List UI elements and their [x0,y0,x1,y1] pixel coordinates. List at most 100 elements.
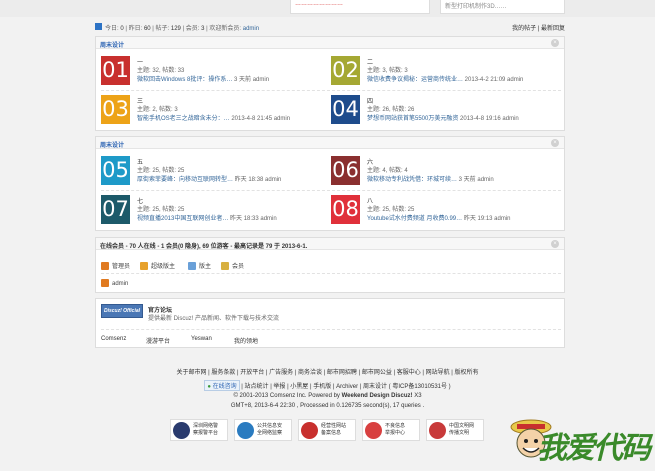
footer-nav[interactable]: 关于邮市网 | 服务条款 | 开放平台 | 广告服务 | 商务洽谈 | 邮市网招… [0,367,655,376]
friend-link[interactable]: 漫游平台 [146,336,170,345]
forum-number-icon[interactable]: 03 [101,95,130,124]
online-user[interactable]: admin [101,279,128,287]
forum-last-post: 梦想币网站获首笔5500万美元融资 2013-4-8 19:16 admin [367,116,519,122]
forum-counts: 主题: 25, 帖数: 25 [137,168,185,174]
divider [101,90,561,91]
civilization-icon [429,422,446,439]
forum-item[interactable]: 08 八 主题: 25, 帖数: 25 Youtube试水付费频道 月收费0.9… [326,193,556,229]
watermark: 我爱代码 [495,411,655,471]
panel-title[interactable]: 周末设计 [100,40,124,49]
divider [101,273,561,274]
brand-link[interactable]: Weekend Design Discuz! [342,393,413,399]
panel-header: 周末设计 × [96,137,564,149]
collapse-icon[interactable]: × [551,139,559,147]
forum-number-icon[interactable]: 07 [101,195,130,224]
forum-panel-1: 周末设计 × 01 一 主题: 32, 帖数: 33 微软回击Windows 8… [95,36,565,131]
forum-last-post: 厚街索菲要峰：向移动互联网转型… 昨天 18:38 admin [137,177,282,183]
forum-item[interactable]: 05 五 主题: 25, 帖数: 25 厚街索菲要峰：向移动互联网转型… 昨天 … [96,154,326,190]
forum-counts: 主题: 3, 帖数: 3 [367,68,408,74]
last-post-link[interactable]: 微信收费争议揭秘：运营商传统业… [367,77,463,83]
shield-icon [237,422,254,439]
forum-number-icon[interactable]: 08 [331,195,360,224]
discuz-logo[interactable]: Discuz! Official [101,304,143,318]
forum-counts: 主题: 4, 帖数: 4 [367,168,408,174]
forum-counts: 主题: 25, 帖数: 25 [367,207,415,213]
last-post-link[interactable]: 梦想币网站获首笔5500万美元融资 [367,116,458,122]
member-icon [221,262,229,270]
forum-panel-2: 周末设计 × 05 五 主题: 25, 帖数: 25 厚街索菲要峰：向移动互联网… [95,136,565,231]
friend-link[interactable]: Yeswan [191,336,212,342]
copyright: © 2001-2013 Comsenz Inc. Powered by Week… [233,393,422,399]
chart-icon [95,23,102,30]
top-card-1[interactable]: …………………… [290,0,430,14]
admin-icon [101,279,109,287]
top-card-2[interactable]: 新型打印机制作3D…… [440,0,565,14]
divider [101,190,561,191]
forum-number-icon[interactable]: 05 [101,156,130,185]
forum-last-post: 微信收费争议揭秘：运营商传统业… 2013-4-2 21:09 admin [367,77,524,83]
forum-counts: 主题: 25, 帖数: 25 [137,207,185,213]
forum-last-post: 微软回击Windows 8批评：操作系… 3 天前 admin [137,77,270,83]
forum-counts: 主题: 2, 帖数: 3 [137,107,178,113]
badge-civilization[interactable]: 中国文明网 传播文明 [426,419,484,441]
forum-last-post: 视频直播2013中国互联网创业者… 昨天 18:33 admin [137,216,277,222]
panel-header: 在线会员 - 70 人在线 - 1 会员(0 隐身), 69 位游客 - 最高记… [96,238,564,250]
legend-super-mod: 超级版主 [140,261,175,270]
police-icon [173,422,190,439]
last-post-link[interactable]: 视频直播2013中国互联网创业者… [137,216,228,222]
my-posts-link[interactable]: 我的帖子 [512,26,536,32]
collapse-icon[interactable]: × [551,240,559,248]
friend-links-panel: Discuz! Official 官方论坛 提供最新 Discuz! 产品新闻、… [95,298,565,348]
stats-bar: 今日: 0 | 昨日: 60 | 帖子: 129 | 会员: 3 | 欢迎新会员… [95,21,565,33]
forum-number-icon[interactable]: 01 [101,56,130,85]
legend-admin: 管理员 [101,261,130,270]
forum-last-post: 微软移动专利战凭借：环城可续… 3 天前 admin [367,177,494,183]
server-info: GMT+8, 2013-6-4 22:30 , Processed in 0.1… [230,403,425,409]
forum-last-post: 智能手机OS老三之战暗含未分：… 2013-4-8 21:45 admin [137,116,291,122]
forum-item[interactable]: 02 二 主题: 3, 帖数: 3 微信收费争议揭秘：运营商传统业… 2013-… [326,54,556,90]
online-title: 在线会员 - 70 人在线 - 1 会员(0 隐身), 69 位游客 - 最高记… [100,244,308,250]
stats-text: 今日: 0 | 昨日: 60 | 帖子: 129 | 会员: 3 | 欢迎新会员… [105,26,260,32]
friend-link[interactable]: Comsenz [101,336,126,342]
footer-links: ● 在线咨询 | 站点统计 | 举报 | 小黑屋 | 手机版 | Archive… [0,380,655,391]
badge-security[interactable]: 公共信息安 全网络监察 [234,419,292,441]
forum-number-icon[interactable]: 04 [331,95,360,124]
last-post-link[interactable]: 智能手机OS老三之战暗含未分：… [137,116,230,122]
forum-number-icon[interactable]: 06 [331,156,360,185]
legend-member: 会员 [221,261,244,270]
badge-icp[interactable]: 经营性网站 备案信息 [298,419,356,441]
forum-last-post: Youtube试水付费频道 月收费0.99… 昨天 19:13 admin [367,216,511,222]
stats-links: 我的帖子 | 最新回复 [512,26,565,32]
forum-item[interactable]: 06 六 主题: 4, 帖数: 4 微软移动专利战凭借：环城可续… 3 天前 a… [326,154,556,190]
friend-link[interactable]: 我的领地 [234,336,258,345]
top-card-1-text: …………………… [295,1,343,7]
admin-icon [101,262,109,270]
official-forum-desc: 提供最新 Discuz! 产品新闻、软件下载与技术交流 [148,316,280,322]
forum-item[interactable]: 01 一 主题: 32, 帖数: 33 微软回击Windows 8批评：操作系…… [96,54,326,90]
footer-meta-links[interactable]: | 站点统计 | 举报 | 小黑屋 | 手机版 | Archiver | 周末设… [241,384,450,390]
watermark-text: 我爱代码 [537,431,651,466]
latest-reply-link[interactable]: 最新回复 [541,26,565,32]
forum-item[interactable]: 03 三 主题: 2, 帖数: 3 智能手机OS老三之战暗含未分：… 2013-… [96,93,326,129]
last-post-link[interactable]: Youtube试水付费频道 月收费0.99… [367,216,462,222]
last-post-link[interactable]: 厚街索菲要峰：向移动互联网转型… [137,177,233,183]
forum-number-icon[interactable]: 02 [331,56,360,85]
last-post-link[interactable]: 微软移动专利战凭借：环城可续… [367,177,457,183]
forum-item[interactable]: 07 七 主题: 25, 帖数: 25 视频直播2013中国互联网创业者… 昨天… [96,193,326,229]
emblem-icon [301,422,318,439]
badge-report[interactable]: 不良信息 举报中心 [362,419,420,441]
collapse-icon[interactable]: × [551,39,559,47]
last-post-link[interactable]: 微软回击Windows 8批评：操作系… [137,77,232,83]
moderator-icon [188,262,196,270]
forum-counts: 主题: 32, 帖数: 33 [137,68,185,74]
report-icon [365,422,382,439]
badge-police[interactable]: 深圳网络警 察报警平台 [170,419,228,441]
super-moderator-icon [140,262,148,270]
online-service-button[interactable]: ● 在线咨询 [204,380,240,391]
panel-header: 周末设计 × [96,37,564,49]
forum-item[interactable]: 04 四 主题: 26, 帖数: 26 梦想币网站获首笔5500万美元融资 20… [326,93,556,129]
panel-title[interactable]: 周末设计 [100,140,124,149]
forum-counts: 主题: 26, 帖数: 26 [367,107,415,113]
divider [101,329,561,330]
welcome-user-link[interactable]: admin [243,26,259,32]
